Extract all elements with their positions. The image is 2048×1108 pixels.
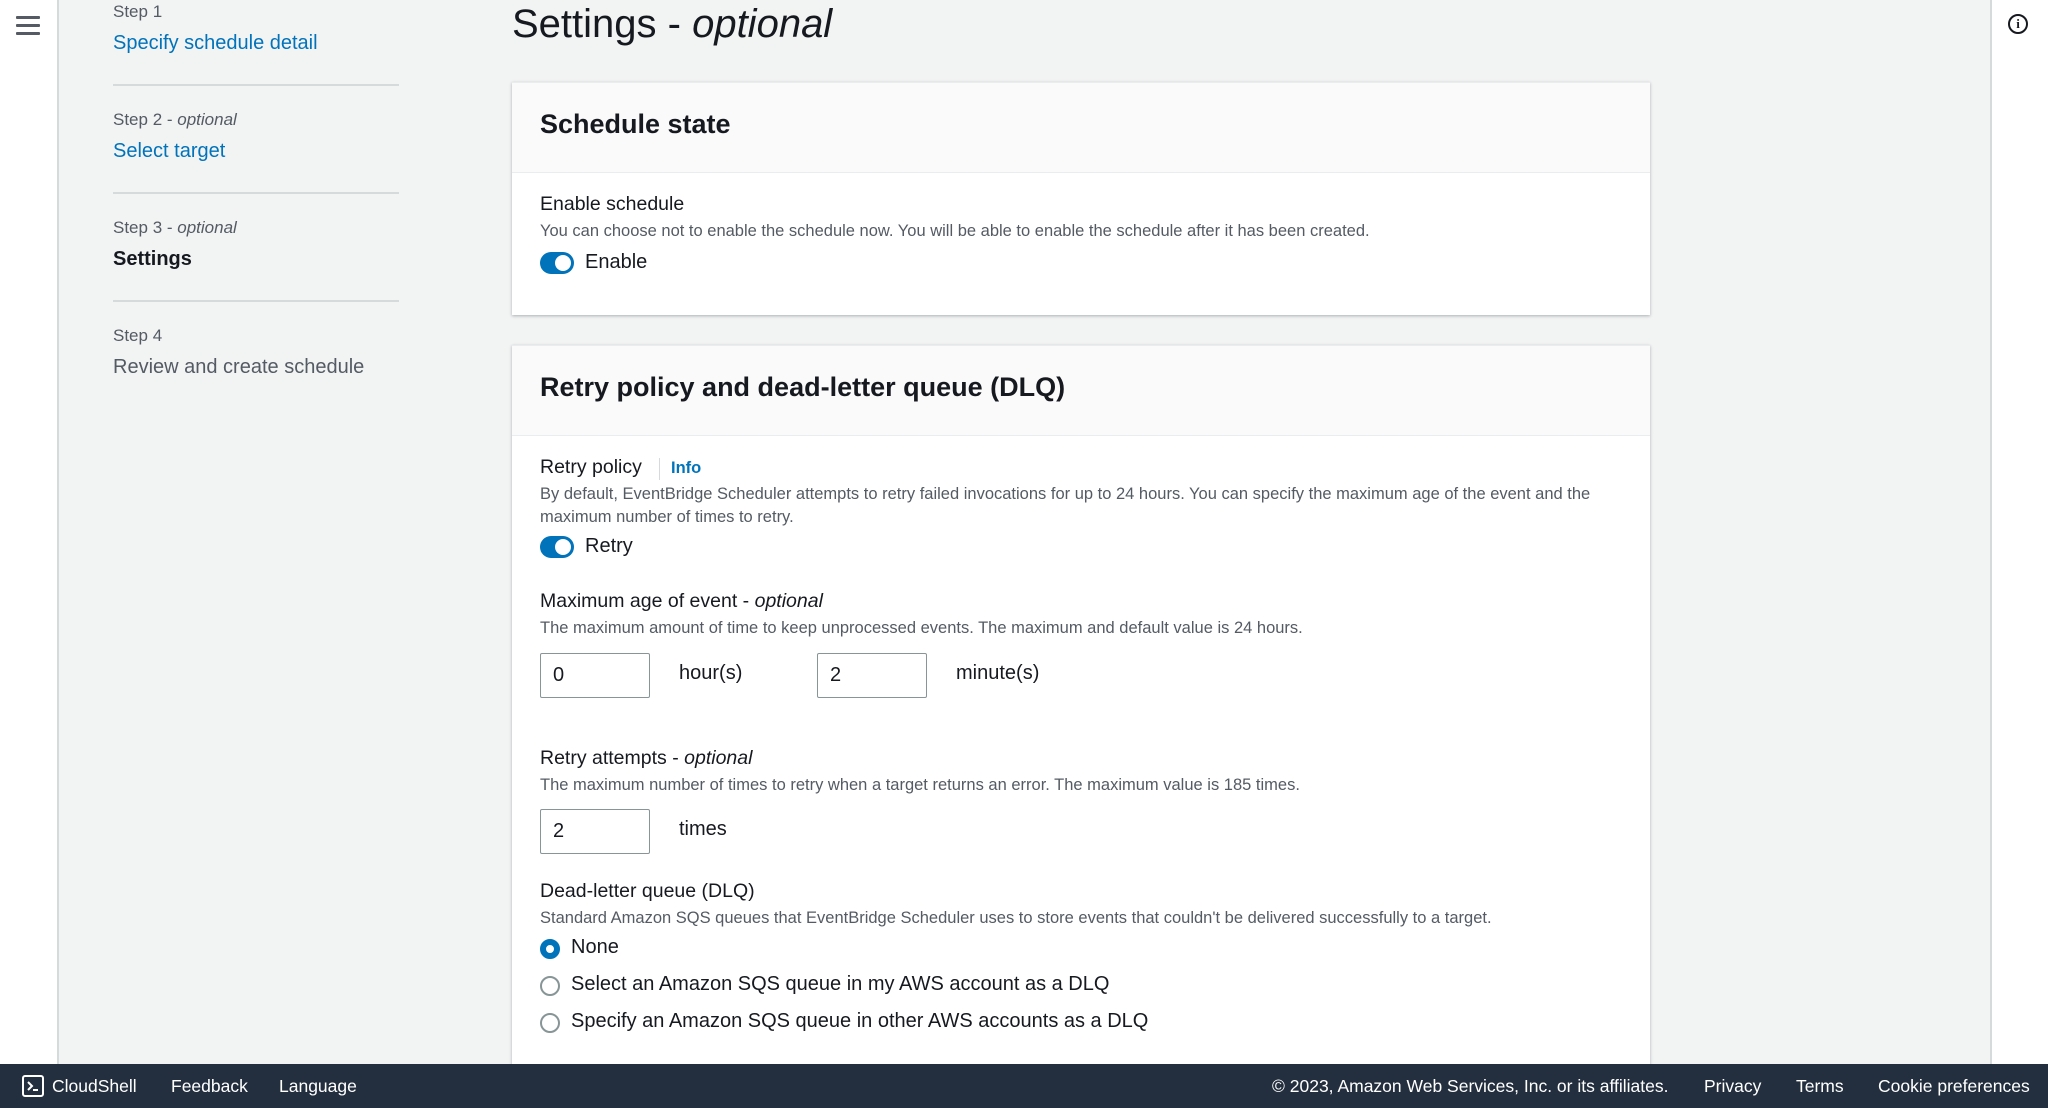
dlq-option-same-account-label[interactable]: Select an Amazon SQS queue in my AWS acc… — [571, 973, 1109, 996]
step-2-label: Step 2 - optional — [113, 110, 237, 129]
language-link[interactable]: Language — [279, 1076, 357, 1097]
feedback-link[interactable]: Feedback — [171, 1076, 248, 1097]
minutes-input[interactable] — [817, 653, 927, 698]
retry-attempts-input[interactable] — [540, 809, 650, 854]
page-title: Settings - optional — [512, 2, 833, 46]
dlq-description: Standard Amazon SQS queues that EventBri… — [540, 909, 1492, 927]
menu-icon[interactable] — [16, 16, 40, 36]
label-divider — [659, 458, 660, 480]
retry-attempts-label: Retry attempts - optional — [540, 747, 753, 769]
panel-header: Schedule state — [512, 83, 1650, 173]
right-rail: i — [1990, 0, 2048, 1064]
dlq-option-other-account-label[interactable]: Specify an Amazon SQS queue in other AWS… — [571, 1010, 1148, 1033]
retry-toggle[interactable] — [540, 536, 574, 558]
hours-unit: hour(s) — [679, 662, 743, 684]
retry-policy-panel: Retry policy and dead-letter queue (DLQ)… — [512, 345, 1650, 1065]
enable-schedule-description: You can choose not to enable the schedul… — [540, 222, 1370, 240]
step-4: Step 4 Review and create schedule — [113, 302, 399, 408]
dlq-option-none-label[interactable]: None — [571, 936, 619, 959]
enable-schedule-toggle[interactable] — [540, 252, 574, 274]
max-age-label: Maximum age of event - optional — [540, 590, 823, 612]
dlq-radio-other-account[interactable] — [540, 1013, 560, 1033]
copyright-text: © 2023, Amazon Web Services, Inc. or its… — [1272, 1076, 1669, 1096]
step-3: Step 3 - optional Settings — [113, 194, 399, 302]
panel-title: Schedule state — [540, 109, 731, 139]
retry-toggle-label: Retry — [585, 535, 633, 557]
step-4-label: Step 4 — [113, 326, 163, 345]
schedule-state-panel: Schedule state Enable schedule You can c… — [512, 82, 1650, 315]
dlq-radio-none[interactable] — [540, 939, 560, 959]
step-4-name: Review and create schedule — [113, 356, 365, 378]
left-rail — [0, 0, 59, 1064]
cloudshell-link[interactable]: CloudShell — [52, 1076, 137, 1097]
step-1-link[interactable]: Specify schedule detail — [113, 32, 318, 55]
dlq-label: Dead-letter queue (DLQ) — [540, 880, 755, 902]
terms-link[interactable]: Terms — [1796, 1076, 1844, 1097]
step-1-label: Step 1 — [113, 2, 163, 21]
dlq-radio-same-account[interactable] — [540, 976, 560, 996]
step-3-current: Settings — [113, 248, 192, 270]
minutes-unit: minute(s) — [956, 662, 1040, 684]
cloudshell-icon[interactable] — [22, 1075, 44, 1097]
info-icon[interactable]: i — [2008, 14, 2028, 34]
enable-schedule-label: Enable schedule — [540, 193, 685, 215]
step-3-label: Step 3 - optional — [113, 218, 237, 237]
step-2-link[interactable]: Select target — [113, 140, 225, 163]
panel-header: Retry policy and dead-letter queue (DLQ) — [512, 346, 1650, 436]
max-age-description: The maximum amount of time to keep unpro… — [540, 619, 1303, 637]
cookie-preferences-link[interactable]: Cookie preferences — [1878, 1076, 2030, 1097]
retry-policy-info-link[interactable]: Info — [671, 459, 701, 478]
retry-policy-description: By default, EventBridge Scheduler attemp… — [540, 485, 1591, 526]
retry-policy-label: Retry policy — [540, 456, 642, 478]
times-unit: times — [679, 818, 727, 840]
enable-toggle-label: Enable — [585, 251, 648, 273]
footer: CloudShell Feedback Language © 2023, Ama… — [0, 1064, 2048, 1108]
panel-title: Retry policy and dead-letter queue (DLQ) — [540, 372, 1066, 402]
privacy-link[interactable]: Privacy — [1704, 1076, 1761, 1097]
step-2: Step 2 - optional Select target — [113, 86, 399, 194]
step-1: Step 1 Specify schedule detail — [113, 0, 399, 86]
hours-input[interactable] — [540, 653, 650, 698]
wizard-steps: Step 1 Specify schedule detail Step 2 - … — [113, 0, 399, 408]
retry-attempts-description: The maximum number of times to retry whe… — [540, 776, 1300, 794]
